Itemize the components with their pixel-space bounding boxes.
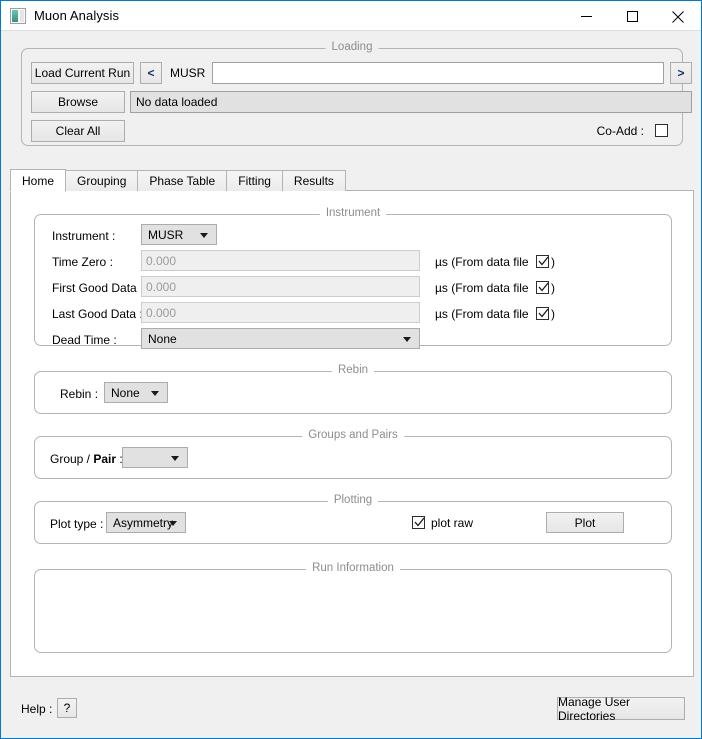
run-information-group: Run Information [34,569,672,653]
close-icon[interactable] [655,1,701,32]
groups-and-pairs-group: Groups and Pairs Group / Pair : [34,436,672,479]
chevron-down-icon [169,521,177,526]
rebin-group-title: Rebin [332,364,374,376]
time-zero-from-file-checkbox[interactable] [536,255,549,268]
plot-type-combobox-value: Asymmetry [113,516,173,530]
time-zero-units-label: µs (From data file [435,255,529,269]
instrument-combobox[interactable]: MUSR [141,224,217,245]
chevron-down-icon [200,233,208,238]
first-good-units-close: ) [551,281,555,295]
help-label: Help : [21,702,52,716]
time-zero-label: Time Zero : [52,255,113,269]
dead-time-combobox[interactable]: None [141,328,420,349]
group-pair-label-plain: Group / [50,452,93,466]
instrument-group: Instrument Instrument : MUSR Time Zero :… [34,214,672,346]
groups-and-pairs-group-title: Groups and Pairs [302,429,404,441]
loading-group-title: Loading [326,41,379,53]
run-information-group-title: Run Information [306,562,400,574]
plot-type-combobox[interactable]: Asymmetry [106,512,186,533]
tab-phase-table[interactable]: Phase Table [137,170,227,191]
instrument-combobox-value: MUSR [148,228,183,242]
rebin-combobox[interactable]: None [104,382,168,403]
instrument-name-label: MUSR [170,66,205,80]
tab-fitting[interactable]: Fitting [226,170,283,191]
tab-home[interactable]: Home [10,169,66,192]
first-good-units-label: µs (From data file [435,281,529,295]
group-pair-label: Group / Pair : [50,452,123,466]
co-add-checkbox[interactable] [655,124,668,137]
time-zero-input[interactable]: 0.000 [141,250,420,271]
plot-button[interactable]: Plot [546,512,624,533]
window-title: Muon Analysis [34,8,119,23]
window-controls [563,1,701,32]
help-button[interactable]: ? [57,698,77,718]
first-good-data-label: First Good Data : [52,281,143,295]
plot-type-label: Plot type : [50,517,103,531]
next-run-button[interactable]: > [670,62,692,84]
first-good-from-file-checkbox[interactable] [536,281,549,294]
maximize-icon[interactable] [609,1,655,32]
manage-user-directories-button[interactable]: Manage User Directories [557,697,685,720]
plot-raw-label: plot raw [431,516,473,530]
loading-group: Loading Load Current Run < MUSR > Browse… [21,48,683,146]
last-good-data-label: Last Good Data : [52,307,143,321]
chevron-down-icon [171,456,179,461]
minimize-icon[interactable] [563,1,609,32]
app-icon [10,8,26,24]
plotting-group: Plotting Plot type : Asymmetry plot raw … [34,501,672,544]
group-pair-combobox[interactable] [122,447,188,468]
browse-button[interactable]: Browse [31,91,125,113]
rebin-group: Rebin Rebin : None [34,371,672,414]
rebin-label: Rebin : [60,387,98,401]
last-good-data-input[interactable]: 0.000 [141,302,420,323]
tab-results[interactable]: Results [282,170,346,191]
run-number-input[interactable] [212,62,664,84]
load-current-run-button[interactable]: Load Current Run [31,62,134,84]
data-status-field: No data loaded [130,91,692,113]
title-bar: Muon Analysis [1,0,701,31]
clear-all-button[interactable]: Clear All [31,120,125,142]
instrument-group-title: Instrument [320,207,386,219]
muon-analysis-window: Muon Analysis Loading Load Current Run <… [0,0,702,739]
last-good-units-close: ) [551,307,555,321]
previous-run-button[interactable]: < [140,62,162,84]
last-good-from-file-checkbox[interactable] [536,307,549,320]
tab-grouping[interactable]: Grouping [65,170,138,191]
plotting-group-title: Plotting [328,494,378,506]
plot-raw-checkbox[interactable] [412,516,425,529]
dead-time-combobox-value: None [148,332,177,346]
chevron-down-icon [403,337,411,342]
instrument-label: Instrument : [52,229,115,243]
time-zero-units-close: ) [551,255,555,269]
chevron-down-icon [151,391,159,396]
co-add-label: Co-Add : [597,124,644,138]
first-good-data-input[interactable]: 0.000 [141,276,420,297]
home-tab-panel: Instrument Instrument : MUSR Time Zero :… [10,190,694,677]
tab-bar: Home Grouping Phase Table Fitting Result… [10,169,694,191]
dead-time-label: Dead Time : [52,333,117,347]
rebin-combobox-value: None [111,386,140,400]
group-pair-label-bold: Pair [93,452,116,466]
last-good-units-label: µs (From data file [435,307,529,321]
